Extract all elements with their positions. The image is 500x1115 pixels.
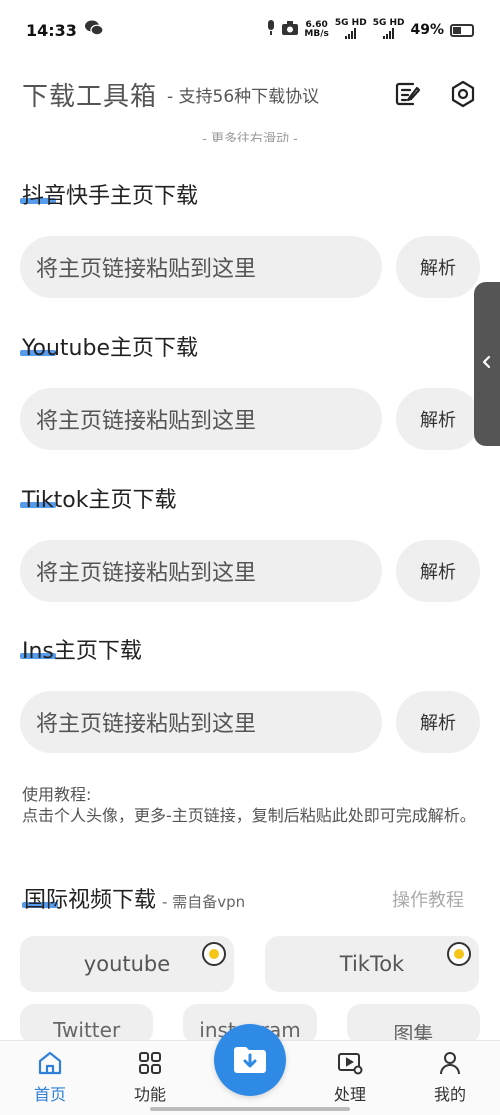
ins-parse-button[interactable]: 解析 bbox=[396, 691, 480, 753]
page-subtitle: - 支持56种下载协议 bbox=[167, 86, 320, 107]
douyin-parse-button[interactable]: 解析 bbox=[396, 236, 480, 298]
youtube-link-input[interactable]: 将主页链接粘贴到这里 bbox=[20, 388, 382, 450]
youtube-parse-button[interactable]: 解析 bbox=[396, 388, 480, 450]
battery-icon bbox=[450, 23, 474, 37]
input-placeholder: 将主页链接粘贴到这里 bbox=[36, 257, 257, 282]
section-title-youtube: Youtube主页下载 bbox=[20, 336, 198, 361]
download-folder-icon bbox=[234, 1047, 266, 1073]
vpn-note: - 需自备vpn bbox=[162, 893, 246, 911]
home-indicator bbox=[150, 1107, 350, 1111]
scroll-hint: - 更多往右滑动 - bbox=[202, 132, 298, 142]
status-right: 6.60 MB/s 5G HD 5G HD 49% bbox=[266, 18, 474, 42]
status-left: 14:33 bbox=[26, 20, 104, 40]
status-bar: 14:33 6.60 MB/s 5G HD 5G HD 49% bbox=[0, 0, 500, 60]
nav-process[interactable]: 处理 bbox=[315, 1049, 385, 1105]
signal-icon bbox=[345, 27, 357, 39]
chevron-left-icon bbox=[481, 354, 493, 374]
nav-profile[interactable]: 我的 bbox=[415, 1049, 485, 1105]
gallery-button[interactable]: 图集 bbox=[346, 1004, 480, 1046]
input-placeholder: 将主页链接粘贴到这里 bbox=[36, 561, 257, 586]
tutorial-link[interactable]: 操作教程 bbox=[392, 886, 464, 912]
tutorial-body: 点击个人头像，更多-主页链接，复制后粘贴此处即可完成解析。 bbox=[22, 806, 476, 825]
wechat-icon bbox=[84, 20, 104, 40]
status-time: 14:33 bbox=[26, 20, 77, 40]
grid-icon bbox=[139, 1052, 161, 1074]
nav-features[interactable]: 功能 bbox=[115, 1049, 185, 1105]
sim2-indicator: 5G HD bbox=[373, 18, 404, 42]
section-title-ins: Ins主页下载 bbox=[20, 639, 142, 664]
hot-badge-icon bbox=[202, 942, 226, 966]
youtube-button[interactable]: youtube bbox=[20, 936, 234, 992]
settings-gear-icon[interactable] bbox=[448, 79, 478, 109]
video-settings-icon bbox=[338, 1053, 363, 1075]
camera-icon bbox=[282, 21, 299, 39]
tiktok-parse-button[interactable]: 解析 bbox=[396, 540, 480, 602]
ins-link-input[interactable]: 将主页链接粘贴到这里 bbox=[20, 691, 382, 753]
section-title-intl: 国际视频下载 - 需自备vpn bbox=[22, 888, 246, 913]
usage-tutorial: 使用教程: 点击个人头像，更多-主页链接，复制后粘贴此处即可完成解析。 bbox=[22, 784, 482, 826]
input-placeholder: 将主页链接粘贴到这里 bbox=[36, 409, 257, 434]
section-title-tiktok: Tiktok主页下载 bbox=[20, 488, 177, 513]
header-actions bbox=[392, 79, 478, 109]
sim1-indicator: 5G HD bbox=[335, 18, 367, 42]
section-title-douyin: 抖音快手主页下载 bbox=[20, 184, 199, 209]
net-speed: 6.60 MB/s bbox=[304, 20, 329, 39]
douyin-link-input[interactable]: 将主页链接粘贴到这里 bbox=[20, 236, 382, 298]
nav-home[interactable]: 首页 bbox=[15, 1049, 85, 1105]
side-drawer-handle[interactable] bbox=[474, 282, 500, 446]
tutorial-heading: 使用教程: bbox=[22, 785, 92, 804]
tiktok-button[interactable]: TikTok bbox=[265, 936, 479, 992]
page-title: 下载工具箱 bbox=[22, 81, 158, 112]
input-placeholder: 将主页链接粘贴到这里 bbox=[36, 712, 257, 737]
download-fab-button[interactable] bbox=[214, 1024, 286, 1096]
hot-badge-icon bbox=[447, 942, 471, 966]
app-header: 下载工具箱 - 支持56种下载协议 bbox=[22, 72, 478, 116]
microphone-icon bbox=[266, 20, 276, 40]
signal-icon bbox=[383, 27, 395, 39]
tiktok-link-input[interactable]: 将主页链接粘贴到这里 bbox=[20, 540, 382, 602]
twitter-button[interactable]: Twitter bbox=[20, 1004, 154, 1044]
user-icon bbox=[440, 1052, 460, 1075]
battery-percent: 49% bbox=[410, 22, 444, 38]
home-icon bbox=[38, 1051, 62, 1075]
edit-note-icon[interactable] bbox=[392, 79, 422, 109]
